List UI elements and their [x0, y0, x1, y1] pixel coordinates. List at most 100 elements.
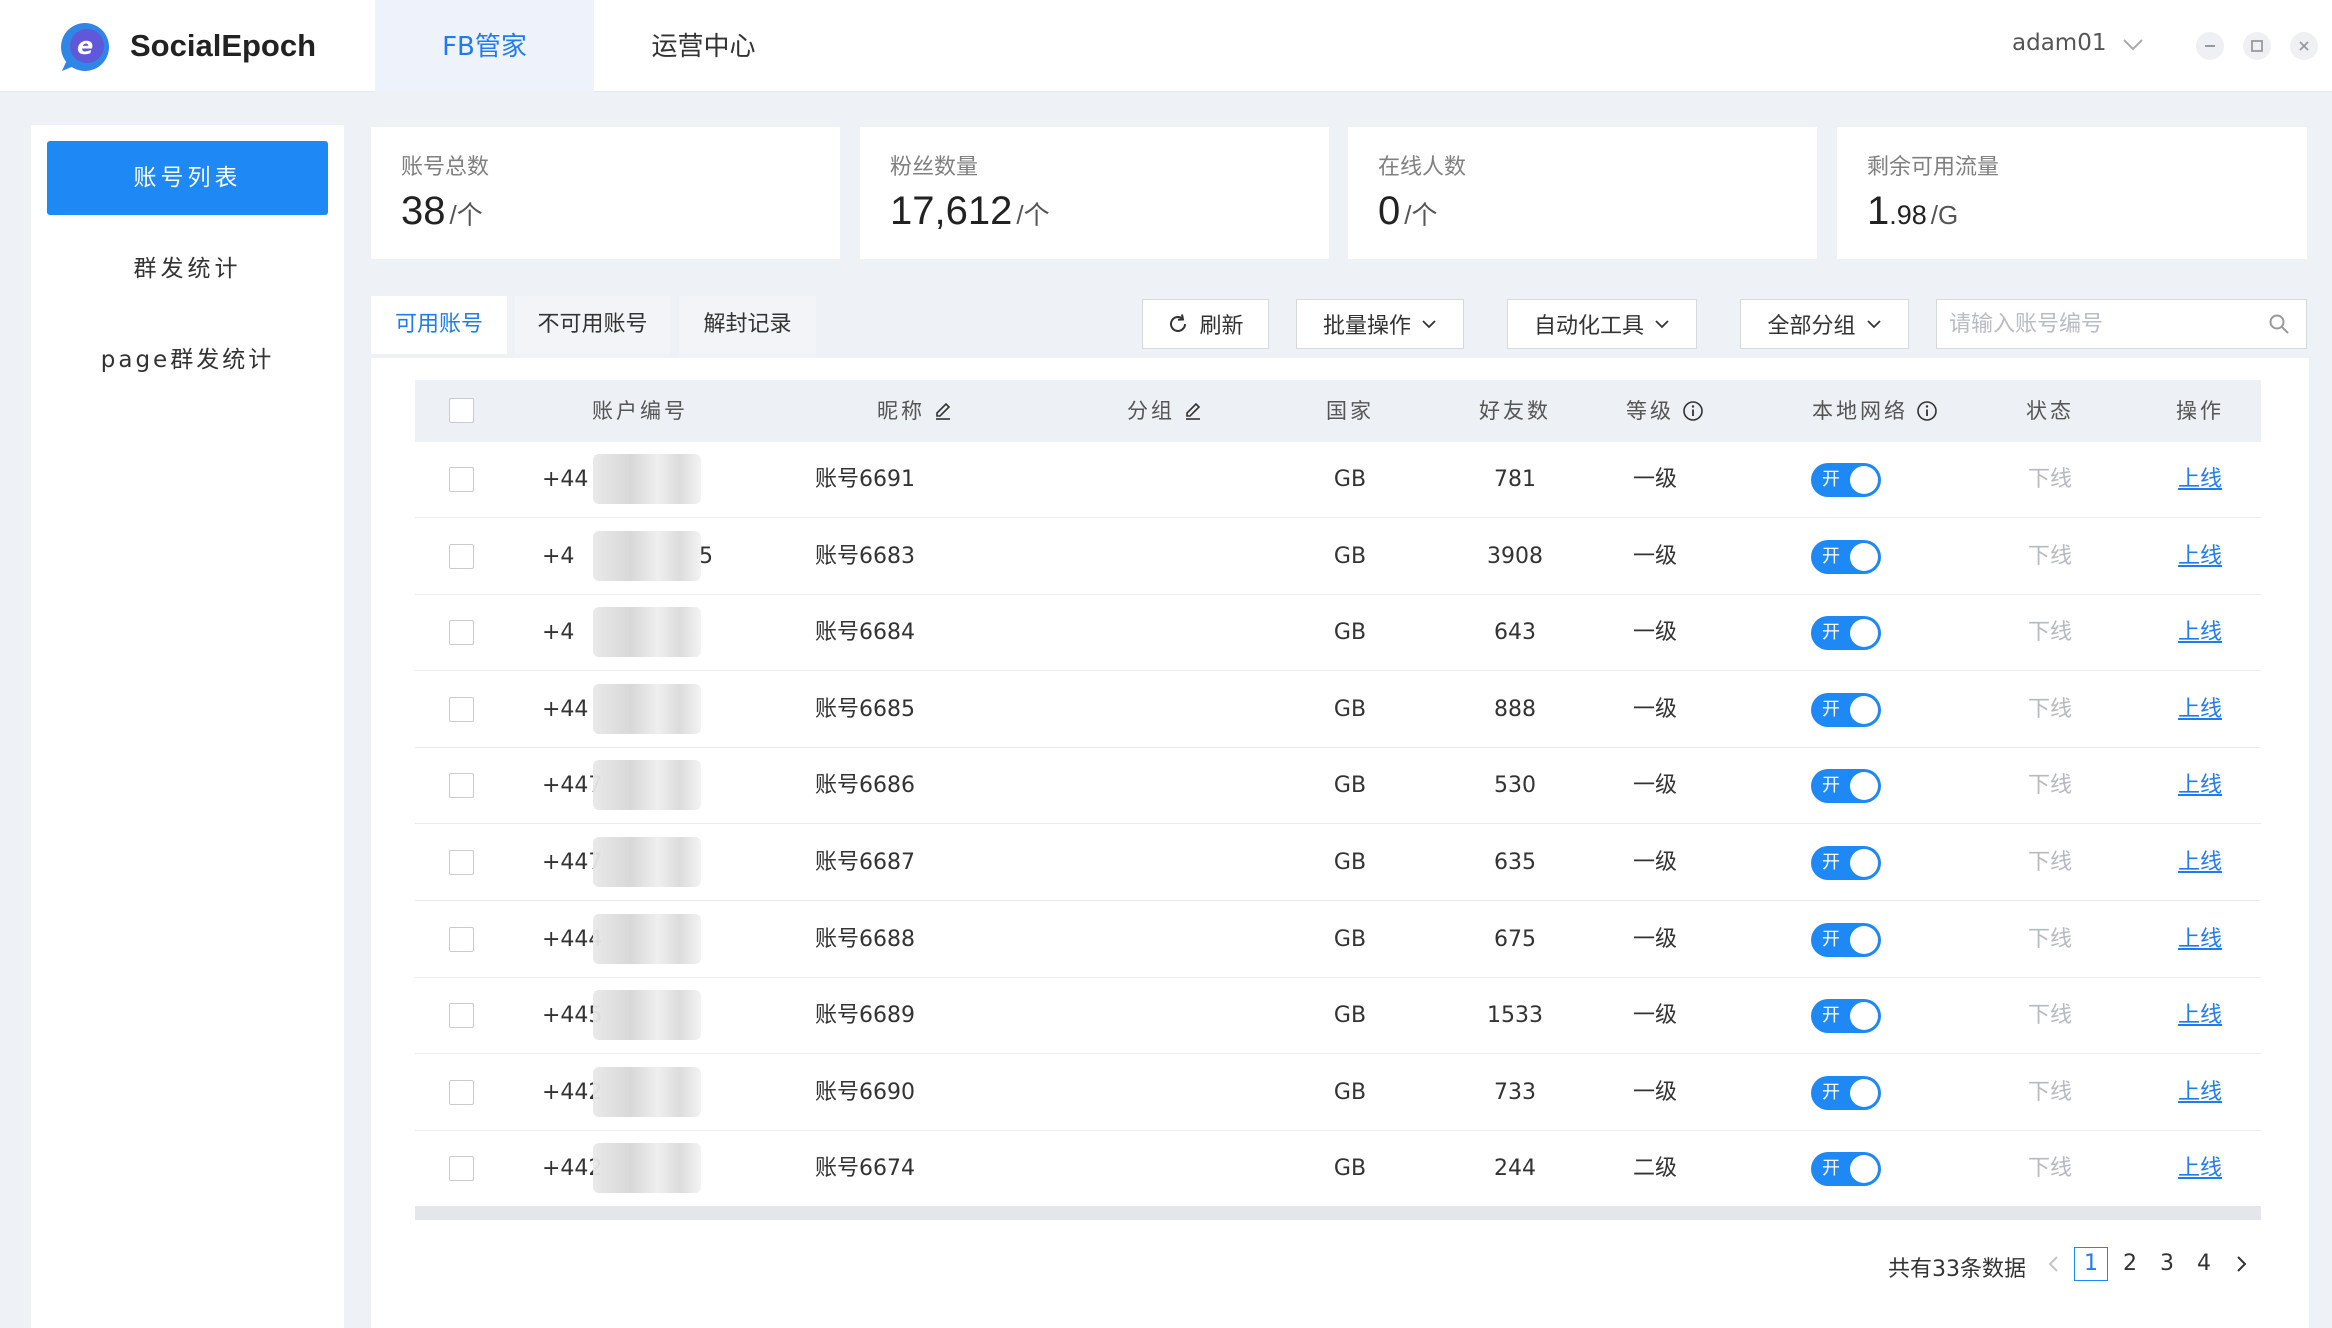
chevron-down-icon[interactable]: [2120, 34, 2146, 54]
stat-value: 17,612/个: [890, 189, 1050, 234]
local-network-toggle[interactable]: 开: [1811, 692, 1881, 727]
go-online-link[interactable]: 上线: [2178, 620, 2222, 645]
batch-operation-dropdown[interactable]: 批量操作: [1296, 299, 1464, 349]
search-icon[interactable]: [2267, 312, 2291, 336]
info-icon[interactable]: [1682, 400, 1704, 422]
stat-number: 17,612: [890, 189, 1013, 233]
refresh-button[interactable]: 刷新: [1142, 299, 1269, 349]
page-button-1[interactable]: 1: [2074, 1247, 2108, 1281]
redacted-mask: [593, 454, 701, 504]
toggle-knob: [1850, 1155, 1878, 1184]
chevron-left-icon[interactable]: [2045, 1254, 2063, 1274]
go-online-link[interactable]: 上线: [2178, 1080, 2222, 1105]
go-online-link[interactable]: 上线: [2178, 697, 2222, 722]
group-filter-dropdown[interactable]: 全部分组: [1740, 299, 1909, 349]
go-online-link[interactable]: 上线: [2178, 1156, 2222, 1181]
edit-icon[interactable]: [1183, 401, 1203, 421]
local-network-toggle[interactable]: 开: [1811, 1075, 1881, 1110]
go-online-link[interactable]: 上线: [2178, 773, 2222, 798]
friend-count: 1533: [1487, 1003, 1543, 1029]
go-online-link[interactable]: 上线: [2178, 1003, 2222, 1028]
local-network-toggle[interactable]: 开: [1811, 846, 1881, 880]
tab-unban-records[interactable]: 解封记录: [679, 296, 816, 354]
redacted-mask: [593, 1066, 701, 1117]
column-label: 昵称: [877, 399, 925, 423]
row-checkbox[interactable]: [449, 467, 474, 492]
stat-decimal: .98: [1889, 200, 1927, 230]
table-row: +447 账号6687 GB 635 一级开下线 上线: [415, 825, 2261, 901]
sidebar-item-account-list[interactable]: 账号列表: [47, 141, 328, 215]
go-online-link[interactable]: 上线: [2178, 467, 2222, 492]
page-button-3[interactable]: 3: [2155, 1247, 2179, 1281]
account-number: +44: [542, 467, 589, 492]
automation-tools-dropdown[interactable]: 自动化工具: [1507, 299, 1697, 349]
local-network-toggle[interactable]: 开: [1811, 769, 1881, 804]
tab-fb-manager[interactable]: FB管家: [375, 0, 594, 92]
row-checkbox[interactable]: [449, 1003, 474, 1029]
go-online-link-wrap: 上线: [2150, 442, 2250, 518]
go-online-link[interactable]: 上线: [2178, 544, 2222, 569]
info-icon[interactable]: [1916, 400, 1938, 422]
country: GB: [1333, 850, 1367, 875]
column-header-friends: 好友数: [1460, 380, 1570, 442]
row-checkbox[interactable]: [449, 850, 474, 875]
column-label: 分组: [1127, 399, 1175, 423]
local-network-toggle[interactable]: 开: [1811, 1152, 1881, 1187]
page-button-4[interactable]: 4: [2192, 1247, 2216, 1281]
maximize-icon: [2251, 40, 2263, 52]
horizontal-scrollbar[interactable]: [415, 1206, 2261, 1220]
column-header-level: 等级: [1595, 380, 1735, 442]
group-name: [1065, 748, 1265, 824]
local-network-toggle[interactable]: 开: [1811, 539, 1881, 574]
tab-unavailable-accounts[interactable]: 不可用账号: [515, 296, 670, 354]
sidebar-item-page-mass-stats[interactable]: page群发统计: [47, 323, 328, 397]
level: 一级: [1632, 467, 1677, 492]
close-button[interactable]: [2290, 32, 2318, 60]
search-input[interactable]: [1949, 306, 2249, 342]
row-checkbox[interactable]: [449, 543, 474, 569]
stat-card-traffic: 剩余可用流量 1.98/G: [1837, 127, 2307, 259]
stat-number: 1: [1867, 189, 1890, 233]
stat-value: 0/个: [1378, 189, 1437, 234]
row-checkbox[interactable]: [449, 696, 474, 722]
column-label: 国家: [1326, 399, 1374, 423]
chevron-right-icon[interactable]: [2232, 1254, 2250, 1274]
go-online-link[interactable]: 上线: [2178, 850, 2222, 875]
row-checkbox[interactable]: [449, 1156, 474, 1182]
row-checkbox[interactable]: [449, 773, 474, 799]
group-name: [1065, 519, 1265, 595]
group-filter-label: 全部分组: [1767, 314, 1856, 339]
local-network-toggle[interactable]: 开: [1811, 922, 1881, 957]
page-button-2[interactable]: 2: [2118, 1247, 2142, 1281]
edit-icon[interactable]: [933, 401, 953, 421]
country: GB: [1333, 773, 1367, 799]
group-name: [1065, 1131, 1265, 1207]
tab-operation-center[interactable]: 运营中心: [594, 0, 813, 92]
level: 一级: [1632, 773, 1677, 799]
local-network-toggle[interactable]: 开: [1811, 999, 1881, 1034]
country: GB: [1333, 1079, 1367, 1105]
level: 一级: [1632, 926, 1677, 952]
row-checkbox[interactable]: [449, 620, 474, 646]
group-name: [1065, 902, 1265, 978]
total-count: 共有33条数据: [1888, 1257, 2026, 1282]
top-bar: e SocialEpoch FB管家 运营中心 adam01: [0, 0, 2332, 92]
tab-available-accounts[interactable]: 可用账号: [371, 296, 507, 354]
go-online-link-wrap: 上线: [2150, 519, 2250, 595]
select-all-checkbox[interactable]: [449, 398, 474, 423]
row-checkbox[interactable]: [449, 926, 474, 952]
row-checkbox[interactable]: [449, 1079, 474, 1105]
automation-label: 自动化工具: [1533, 314, 1644, 339]
user-name[interactable]: adam01: [2012, 30, 2106, 56]
local-network-toggle[interactable]: 开: [1811, 616, 1881, 651]
local-network-toggle[interactable]: 开: [1811, 463, 1881, 497]
minimize-button[interactable]: [2196, 32, 2224, 60]
go-online-link[interactable]: 上线: [2178, 927, 2222, 952]
table-row: +44 账号6685 GB 888 一级 开 下线 上线: [415, 672, 2261, 748]
column-header-action: 操作: [2150, 380, 2250, 442]
maximize-button[interactable]: [2243, 32, 2271, 60]
table-row: +445 账号6689 GB 1533 一级开下线 上线: [415, 978, 2261, 1055]
sidebar-item-mass-stats[interactable]: 群发统计: [47, 232, 328, 306]
country: GB: [1333, 467, 1367, 492]
go-online-link-wrap: 上线: [2150, 748, 2250, 824]
